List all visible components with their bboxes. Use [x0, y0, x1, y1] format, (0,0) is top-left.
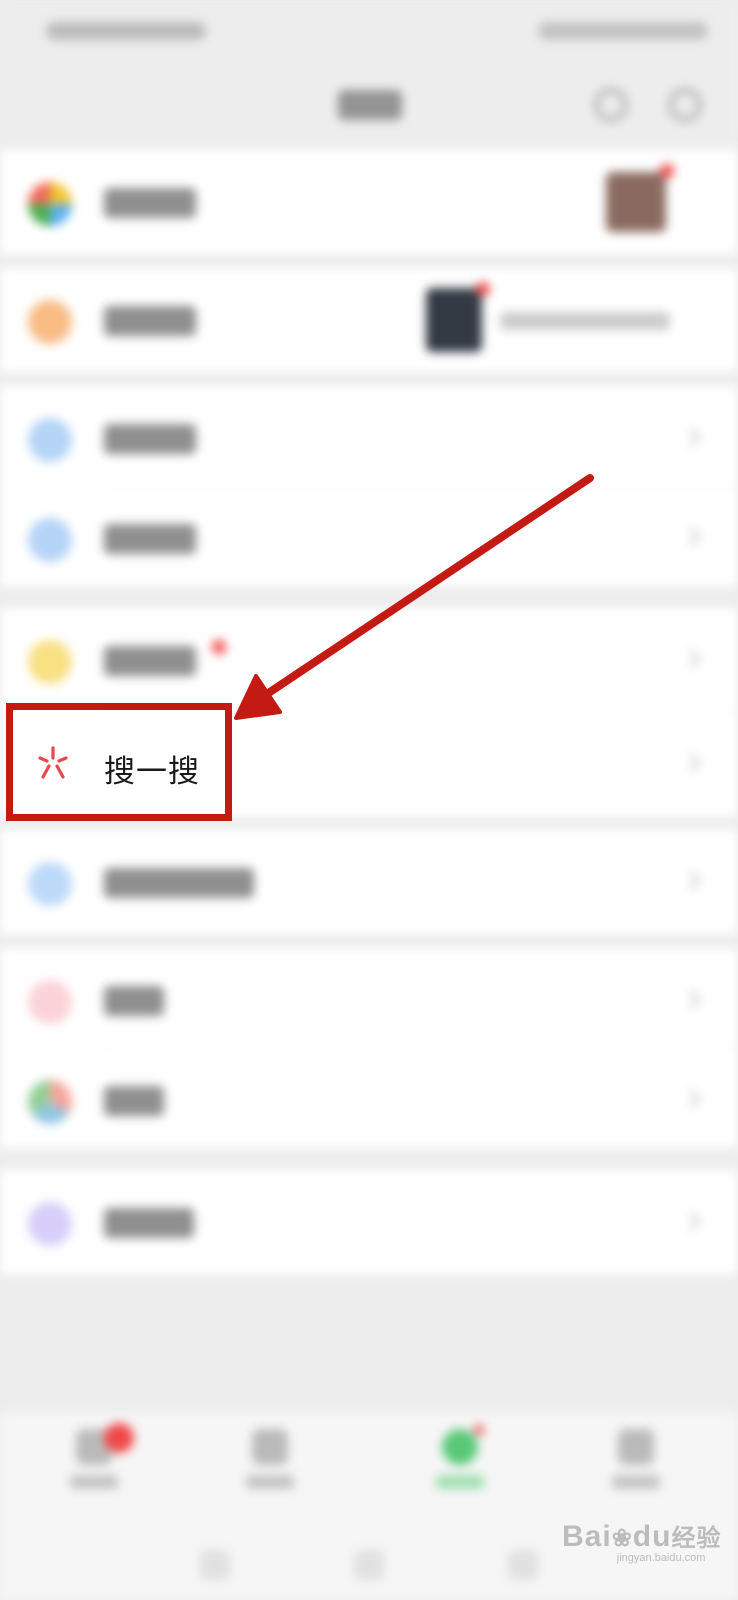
- nav-bar: [0, 60, 738, 145]
- status-bar-indicators: [538, 22, 708, 40]
- list-item-shake[interactable]: [0, 486, 738, 586]
- watermark-brand: Bai: [562, 1520, 612, 1553]
- back-button[interactable]: [508, 1550, 538, 1580]
- tab-label: [70, 1475, 118, 1489]
- moments-group: [0, 150, 738, 254]
- chevron-right-icon: [681, 1089, 701, 1109]
- paw-icon: ❀: [611, 1525, 633, 1552]
- list-item-moments[interactable]: [0, 150, 738, 254]
- channels-preview-text: [500, 312, 670, 330]
- tools-group: [0, 386, 738, 586]
- watermark-brand-tail: du: [632, 1520, 672, 1553]
- games-icon: [28, 1080, 72, 1124]
- list-item-label: [104, 188, 196, 218]
- me-icon: [618, 1429, 654, 1465]
- list-item-label: [104, 524, 196, 554]
- list-item-shopping[interactable]: [0, 948, 738, 1048]
- tab-chats[interactable]: [64, 1423, 134, 1499]
- list-item-label: [104, 306, 196, 336]
- highlight-box: [6, 703, 232, 821]
- shake-icon: [28, 518, 72, 562]
- list-item-label: [104, 646, 196, 676]
- list-item-mini-programs[interactable]: [0, 1170, 738, 1274]
- channels-icon: [28, 300, 72, 344]
- chevron-right-icon: [681, 989, 701, 1009]
- menu-button[interactable]: [200, 1550, 230, 1580]
- baidu-jingyan-watermark: Bai❀du经验 jingyan.baidu.com: [562, 1518, 721, 1564]
- search-icon[interactable]: [594, 88, 628, 122]
- unread-dot: [212, 640, 226, 654]
- discover-icon: [442, 1429, 478, 1465]
- mini-programs-icon: [28, 1202, 72, 1246]
- more-icon[interactable]: [668, 88, 702, 122]
- watermark-suffix: 经验: [671, 1525, 722, 1552]
- tab-label: [612, 1475, 660, 1489]
- unread-dot: [660, 164, 674, 178]
- chevron-right-icon: [681, 427, 701, 447]
- status-bar: [0, 0, 738, 60]
- list-item-label: [104, 1208, 194, 1238]
- contacts-icon: [252, 1429, 288, 1465]
- services-group: [0, 948, 738, 1148]
- channels-group: [0, 268, 738, 372]
- moments-icon: [28, 182, 72, 226]
- unread-dot: [474, 1425, 484, 1435]
- channels-thumbnail: [426, 288, 482, 352]
- status-bar-time: [46, 22, 206, 40]
- list-item-label: [104, 1086, 164, 1116]
- list-item-top-stories[interactable]: [0, 608, 738, 712]
- shopping-icon: [28, 980, 72, 1024]
- chevron-right-icon: [681, 871, 701, 891]
- tab-label: [246, 1475, 294, 1489]
- unread-badge: [104, 1423, 134, 1453]
- chevron-right-icon: [681, 1211, 701, 1231]
- tab-discover[interactable]: [430, 1425, 490, 1499]
- page-title: [338, 90, 402, 120]
- tab-me[interactable]: [606, 1429, 666, 1499]
- mini-programs-group: [0, 1170, 738, 1274]
- bottom-tab-bar: [0, 1410, 738, 1520]
- list-item-live-nearby[interactable]: [0, 830, 738, 934]
- home-button[interactable]: [354, 1550, 384, 1580]
- nearby-group: [0, 830, 738, 934]
- unread-dot: [476, 282, 490, 296]
- chevron-right-icon: [681, 753, 701, 773]
- list-item-label: [104, 868, 254, 898]
- list-item-games[interactable]: [0, 1048, 738, 1148]
- list-item-channels[interactable]: [0, 268, 738, 372]
- moments-thumbnail: [606, 172, 666, 232]
- chevron-right-icon: [681, 527, 701, 547]
- tab-contacts[interactable]: [240, 1429, 300, 1499]
- chevron-right-icon: [681, 649, 701, 669]
- live-nearby-icon: [28, 862, 72, 906]
- top-stories-icon: [28, 640, 72, 684]
- list-item-label: [104, 424, 196, 454]
- tab-label: [436, 1475, 484, 1489]
- list-item-label: [104, 986, 164, 1016]
- scan-icon: [28, 418, 72, 462]
- list-item-scan[interactable]: [0, 386, 738, 486]
